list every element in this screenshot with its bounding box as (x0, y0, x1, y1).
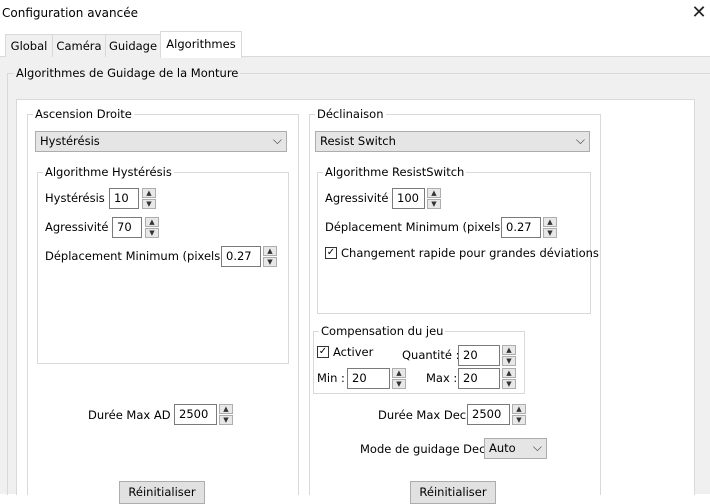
dec-algo-box-title: Algorithme ResistSwitch (323, 165, 467, 179)
dec-fast-switch-label: Changement rapide pour grandes déviation… (341, 246, 599, 260)
spin-down-icon[interactable]: ▼ (512, 415, 526, 425)
backlash-group-title: Compensation du jeu (319, 324, 446, 338)
mount-algorithms-title: Algorithmes de Guidage de la Monture (14, 66, 241, 80)
spin-down-icon[interactable]: ▼ (427, 199, 441, 209)
dec-max-duration-label: Durée Max Dec : (378, 408, 474, 422)
ra-max-duration-value: 2500 (179, 407, 209, 421)
backlash-quantity-label: Quantité : (402, 348, 460, 362)
tab-camera[interactable]: Caméra (52, 34, 106, 57)
ra-group-title: Ascension Droite (33, 107, 134, 121)
backlash-max-label: Max : (426, 371, 458, 385)
dec-min-move-value: 0.27 (506, 220, 532, 234)
dec-aggressiveness-label: Agressivité : (325, 191, 397, 205)
ra-min-move-input[interactable]: 0.27 (221, 246, 261, 267)
dec-aggressiveness-value: 100 (397, 191, 419, 205)
spin-down-icon[interactable]: ▼ (502, 379, 516, 389)
dec-fast-switch-checkbox[interactable]: ✓ (325, 247, 337, 259)
ra-min-move-value: 0.27 (226, 249, 252, 263)
spin-down-icon[interactable]: ▼ (219, 415, 233, 425)
ra-aggressiveness-value: 70 (117, 220, 132, 234)
ra-hysteresis-label: Hystérésis : (45, 191, 113, 205)
backlash-min-value: 20 (352, 371, 367, 385)
ra-aggressiveness-input[interactable]: 70 (112, 217, 142, 238)
dec-guide-mode-value: Auto (489, 441, 516, 455)
ra-aggressiveness-label: Agressivité : (45, 220, 117, 234)
dec-reset-button[interactable]: Réinitialiser (410, 481, 496, 504)
ra-max-duration-input[interactable]: 2500 (174, 404, 217, 425)
backlash-quantity-value: 20 (463, 348, 478, 362)
ra-algorithm-select[interactable]: Hystérésis ⌵ (35, 131, 287, 152)
dec-min-move-input[interactable]: 0.27 (501, 217, 541, 238)
spin-up-icon[interactable]: ▲ (502, 345, 516, 355)
backlash-activate-label: Activer (333, 345, 374, 359)
ra-max-duration-label: Durée Max AD : (88, 408, 179, 422)
dec-max-duration-input[interactable]: 2500 (467, 404, 510, 425)
dec-group-title: Déclinaison (315, 107, 386, 121)
spin-up-icon[interactable]: ▲ (427, 188, 441, 198)
dec-max-duration-value: 2500 (472, 407, 502, 421)
backlash-min-input[interactable]: 20 (347, 368, 390, 389)
close-icon[interactable]: ✕ (690, 2, 708, 24)
dec-guide-mode-select[interactable]: Auto ⌵ (484, 438, 547, 459)
ra-algorithm-value: Hystérésis (40, 134, 100, 148)
ra-min-move-label: Déplacement Minimum (pixels) : (45, 249, 233, 263)
spin-up-icon[interactable]: ▲ (145, 217, 159, 227)
ra-algo-box-title: Algorithme Hystérésis (43, 165, 174, 179)
backlash-max-value: 20 (463, 371, 478, 385)
spin-down-icon[interactable]: ▼ (392, 379, 406, 389)
tab-algorithmes[interactable]: Algorithmes (160, 31, 242, 58)
window-title: Configuration avancée (2, 6, 138, 20)
check-icon: ✓ (318, 346, 328, 357)
spin-up-icon[interactable]: ▲ (219, 404, 233, 414)
backlash-activate-checkbox[interactable]: ✓ (317, 346, 329, 358)
chevron-down-icon: ⌵ (532, 440, 542, 454)
ra-hysteresis-value: 10 (114, 191, 129, 205)
spin-up-icon[interactable]: ▲ (502, 368, 516, 378)
spin-down-icon[interactable]: ▼ (263, 257, 277, 267)
spin-up-icon[interactable]: ▲ (142, 188, 156, 198)
spin-up-icon[interactable]: ▲ (543, 217, 557, 227)
spin-down-icon[interactable]: ▼ (502, 356, 516, 366)
chevron-down-icon: ⌵ (575, 133, 585, 147)
spin-up-icon[interactable]: ▲ (263, 246, 277, 256)
dec-algorithm-value: Resist Switch (320, 134, 396, 148)
dec-min-move-label: Déplacement Minimum (pixels) : (325, 220, 513, 234)
dec-algorithm-select[interactable]: Resist Switch ⌵ (315, 131, 590, 152)
spin-down-icon[interactable]: ▼ (145, 228, 159, 238)
ra-hysteresis-input[interactable]: 10 (109, 188, 139, 209)
backlash-quantity-input[interactable]: 20 (458, 345, 500, 366)
spin-up-icon[interactable]: ▲ (512, 404, 526, 414)
spin-down-icon[interactable]: ▼ (142, 199, 156, 209)
title-bar: Configuration avancée ✕ (0, 0, 710, 28)
tab-guidage[interactable]: Guidage (105, 34, 161, 57)
tab-global[interactable]: Global (5, 34, 53, 57)
dec-guide-mode-label: Mode de guidage Dec : (360, 442, 493, 456)
spin-down-icon[interactable]: ▼ (543, 228, 557, 238)
backlash-min-label: Min : (317, 371, 345, 385)
ra-reset-button[interactable]: Réinitialiser (119, 481, 205, 504)
spin-up-icon[interactable]: ▲ (392, 368, 406, 378)
backlash-max-input[interactable]: 20 (458, 368, 500, 389)
chevron-down-icon: ⌵ (272, 133, 282, 147)
check-icon: ✓ (326, 247, 336, 258)
dec-aggressiveness-input[interactable]: 100 (392, 188, 425, 209)
